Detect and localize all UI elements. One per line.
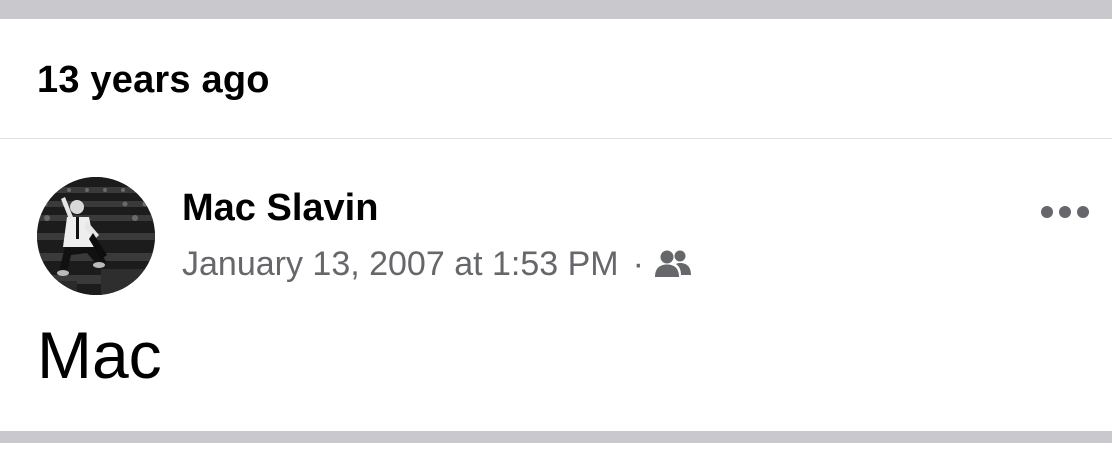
memory-section-header: 13 years ago bbox=[0, 19, 1112, 139]
memory-years-ago-title: 13 years ago bbox=[37, 59, 270, 101]
section-divider-top bbox=[0, 0, 1112, 19]
memories-feed: 13 years ago Mac Slavin January 13, 2007… bbox=[0, 0, 1112, 450]
section-divider-bottom bbox=[0, 431, 1112, 443]
post-body-text: Mac bbox=[37, 318, 162, 392]
post-meta: January 13, 2007 at 1:53 PM · bbox=[182, 244, 692, 284]
avatar[interactable] bbox=[37, 177, 155, 295]
post-card: Mac Slavin January 13, 2007 at 1:53 PM ·… bbox=[0, 139, 1112, 431]
post-timestamp[interactable]: January 13, 2007 at 1:53 PM bbox=[182, 247, 619, 281]
post-author-name[interactable]: Mac Slavin bbox=[182, 189, 378, 227]
friends-icon[interactable] bbox=[654, 249, 692, 279]
avatar-photo bbox=[37, 177, 155, 295]
more-options-icon[interactable] bbox=[1040, 203, 1090, 221]
meta-separator: · bbox=[632, 245, 644, 283]
